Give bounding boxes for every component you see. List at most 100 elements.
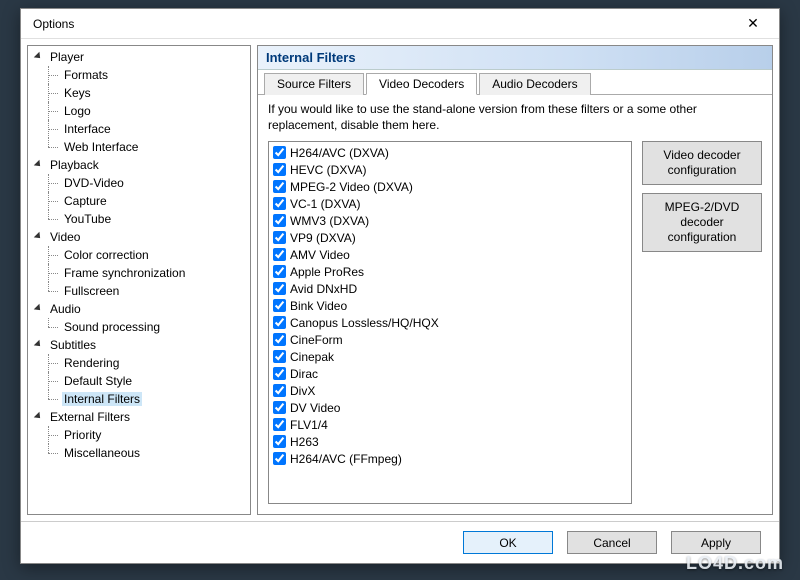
chevron-down-icon xyxy=(34,340,44,350)
apply-button[interactable]: Apply xyxy=(671,531,761,554)
tab[interactable]: Source Filters xyxy=(264,73,364,95)
tree-item[interactable]: Internal Filters xyxy=(48,390,250,408)
codec-item[interactable]: VP9 (DXVA) xyxy=(271,229,629,246)
codec-checkbox[interactable] xyxy=(273,435,286,448)
codec-checkbox[interactable] xyxy=(273,282,286,295)
codec-label: H264/AVC (DXVA) xyxy=(290,146,389,160)
tree-item[interactable]: Frame synchronization xyxy=(48,264,250,282)
codec-item[interactable]: H263 xyxy=(271,433,629,450)
tree-item[interactable]: Fullscreen xyxy=(48,282,250,300)
tree-item-label: Miscellaneous xyxy=(62,446,142,460)
codec-item[interactable]: Cinepak xyxy=(271,348,629,365)
tab[interactable]: Video Decoders xyxy=(366,73,477,95)
codec-checkbox[interactable] xyxy=(273,214,286,227)
tree-item-label: Web Interface xyxy=(62,140,140,154)
codec-label: Apple ProRes xyxy=(290,265,364,279)
ok-button[interactable]: OK xyxy=(463,531,553,554)
tree-item[interactable]: Interface xyxy=(48,120,250,138)
codec-item[interactable]: Bink Video xyxy=(271,297,629,314)
codec-checkbox[interactable] xyxy=(273,163,286,176)
codec-list[interactable]: H264/AVC (DXVA) HEVC (DXVA)MPEG-2 Video (… xyxy=(269,142,631,503)
tree-item[interactable]: Capture xyxy=(48,192,250,210)
chevron-down-icon xyxy=(34,232,44,242)
tree-category[interactable]: Subtitles xyxy=(34,336,250,354)
tree-item-label: Rendering xyxy=(62,356,121,370)
tree-category-label: Subtitles xyxy=(48,338,98,352)
tree-item-label: DVD-Video xyxy=(62,176,126,190)
cancel-button[interactable]: Cancel xyxy=(567,531,657,554)
chevron-down-icon xyxy=(34,52,44,62)
codec-item[interactable]: FLV1/4 xyxy=(271,416,629,433)
codec-item[interactable]: HEVC (DXVA) xyxy=(271,161,629,178)
tree-item[interactable]: Rendering xyxy=(48,354,250,372)
codec-item[interactable]: H264/AVC (DXVA) xyxy=(271,144,629,161)
codec-label: FLV1/4 xyxy=(290,418,328,432)
codec-label: CineForm xyxy=(290,333,343,347)
codec-checkbox[interactable] xyxy=(273,146,286,159)
tree-item[interactable]: DVD-Video xyxy=(48,174,250,192)
category-tree: Player FormatsKeysLogo Interface Web Interf… xyxy=(32,48,250,462)
codec-item[interactable]: WMV3 (DXVA) xyxy=(271,212,629,229)
codec-checkbox[interactable] xyxy=(273,350,286,363)
window-title: Options xyxy=(29,17,74,31)
tree-item[interactable]: Logo xyxy=(48,102,250,120)
codec-item[interactable]: Avid DNxHD xyxy=(271,280,629,297)
codec-checkbox[interactable] xyxy=(273,333,286,346)
tree-item[interactable]: YouTube xyxy=(48,210,250,228)
tree-item[interactable]: Web Interface xyxy=(48,138,250,156)
tree-item[interactable]: Formats xyxy=(48,66,250,84)
codec-checkbox[interactable] xyxy=(273,452,286,465)
codec-checkbox[interactable] xyxy=(273,180,286,193)
tree-item[interactable]: Keys xyxy=(48,84,250,102)
codec-label: AMV Video xyxy=(290,248,350,262)
video-decoder-config-button[interactable]: Video decoder configuration xyxy=(642,141,762,185)
codec-item[interactable]: Canopus Lossless/HQ/HQX xyxy=(271,314,629,331)
codec-item[interactable]: DV Video xyxy=(271,399,629,416)
codec-item[interactable]: CineForm xyxy=(271,331,629,348)
codec-checkbox[interactable] xyxy=(273,231,286,244)
codec-checkbox[interactable] xyxy=(273,418,286,431)
tree-item[interactable]: Priority xyxy=(48,426,250,444)
tree-item[interactable]: Default Style xyxy=(48,372,250,390)
codec-item[interactable]: Dirac xyxy=(271,365,629,382)
codec-checkbox[interactable] xyxy=(273,197,286,210)
tab[interactable]: Audio Decoders xyxy=(479,73,590,95)
mpeg2-decoder-config-button[interactable]: MPEG-2/DVD decoder configuration xyxy=(642,193,762,252)
codec-checkbox[interactable] xyxy=(273,299,286,312)
codec-item[interactable]: DivX xyxy=(271,382,629,399)
codec-item[interactable]: VC-1 (DXVA) xyxy=(271,195,629,212)
tree-item[interactable]: Miscellaneous xyxy=(48,444,250,462)
codec-item[interactable]: H264/AVC (FFmpeg) xyxy=(271,450,629,467)
tree-category[interactable]: External Filters xyxy=(34,408,250,426)
tree-category-label: Playback xyxy=(48,158,101,172)
tree-item-label: Interface xyxy=(62,122,113,136)
codec-label: H264/AVC (FFmpeg) xyxy=(290,452,402,466)
tree-item-label: Sound processing xyxy=(62,320,162,334)
close-button[interactable]: ✕ xyxy=(735,12,771,36)
tree-category-label: External Filters xyxy=(48,410,132,424)
tree-item[interactable]: Color correction xyxy=(48,246,250,264)
tree-category[interactable]: Audio xyxy=(34,300,250,318)
codec-checkbox[interactable] xyxy=(273,265,286,278)
codec-checkbox[interactable] xyxy=(273,401,286,414)
codec-item[interactable]: Apple ProRes xyxy=(271,263,629,280)
tree-item[interactable]: Sound processing xyxy=(48,318,250,336)
tree-item-label: Frame synchronization xyxy=(62,266,187,280)
codec-item[interactable]: MPEG-2 Video (DXVA) xyxy=(271,178,629,195)
tree-category[interactable]: Playback xyxy=(34,156,250,174)
content-body: H264/AVC (DXVA) HEVC (DXVA)MPEG-2 Video (… xyxy=(258,141,772,514)
content-panel: Internal Filters Source FiltersVideo Dec… xyxy=(257,45,773,515)
tree-item-label: Priority xyxy=(62,428,103,442)
tree-category[interactable]: Player xyxy=(34,48,250,66)
codec-list-container: H264/AVC (DXVA) HEVC (DXVA)MPEG-2 Video (… xyxy=(268,141,632,504)
codec-checkbox[interactable] xyxy=(273,316,286,329)
codec-label: HEVC (DXVA) xyxy=(290,163,366,177)
category-tree-panel[interactable]: Player FormatsKeysLogo Interface Web Interf… xyxy=(27,45,251,515)
codec-checkbox[interactable] xyxy=(273,367,286,380)
codec-label: VP9 (DXVA) xyxy=(290,231,356,245)
codec-item[interactable]: AMV Video xyxy=(271,246,629,263)
tree-category[interactable]: Video xyxy=(34,228,250,246)
codec-checkbox[interactable] xyxy=(273,248,286,261)
codec-checkbox[interactable] xyxy=(273,384,286,397)
tree-category-label: Player xyxy=(48,50,86,64)
